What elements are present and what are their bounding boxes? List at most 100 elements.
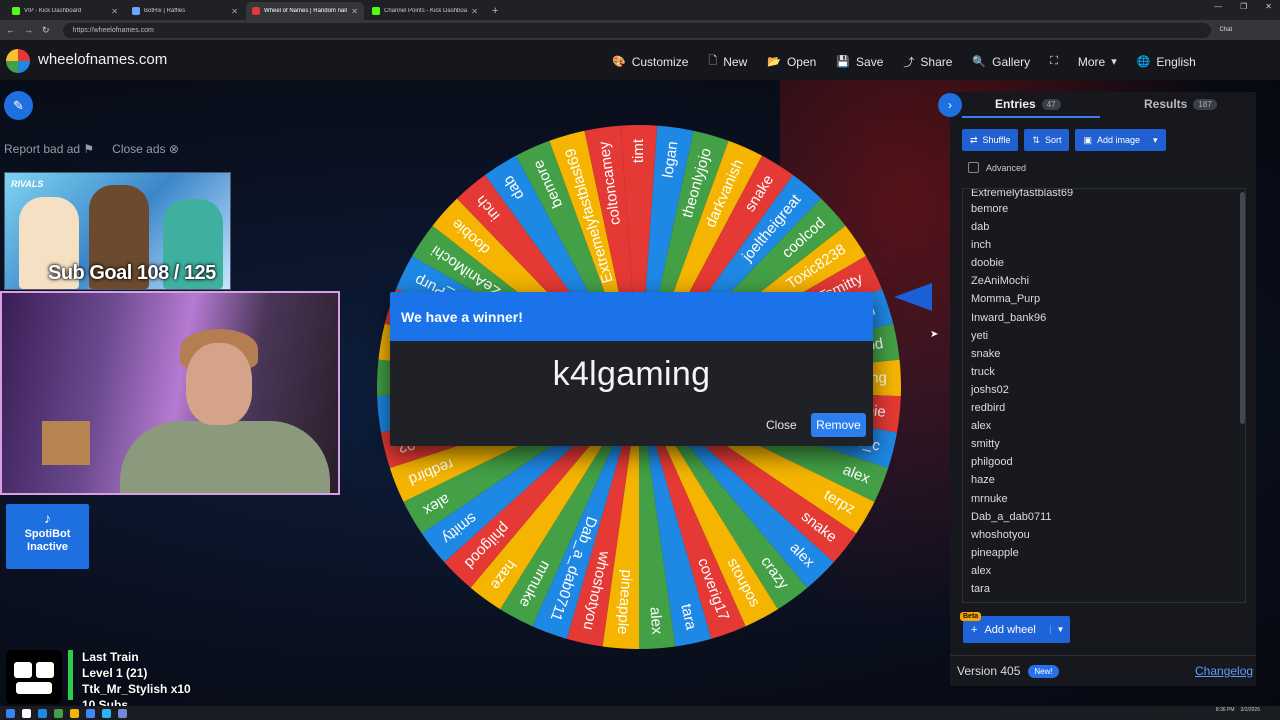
entry-item[interactable]: tara — [971, 580, 1245, 598]
entry-item[interactable]: ZeAniMochi — [971, 272, 1245, 290]
entry-item[interactable]: joshs02 — [971, 381, 1245, 399]
entry-item[interactable]: dab — [971, 218, 1245, 236]
minimize-icon[interactable]: — — [1214, 2, 1222, 11]
close-button[interactable]: Close — [766, 418, 797, 432]
entry-item[interactable]: Inward_bank96 — [971, 309, 1245, 327]
menu-label: Share — [920, 54, 953, 69]
train-window — [36, 662, 54, 678]
browser-tab-active[interactable]: Wheel of Names | Random name ... ✕ — [246, 2, 364, 20]
new-tab-button[interactable]: + — [492, 2, 498, 20]
back-icon[interactable]: ← — [6, 25, 15, 35]
kick-favicon-icon — [12, 7, 20, 15]
chevron-down-icon[interactable]: ▼ — [1050, 625, 1070, 634]
entry-item[interactable]: inch — [971, 236, 1245, 254]
maximize-icon[interactable]: ❐ — [1240, 2, 1247, 11]
entry-item[interactable]: philgood — [971, 453, 1245, 471]
forward-icon[interactable]: → — [24, 25, 33, 35]
sort-button[interactable]: ⇅ Sort — [1024, 129, 1070, 151]
changelog-link[interactable]: Changelog — [1195, 664, 1253, 678]
menu-open[interactable]: 📂 Open — [767, 52, 816, 71]
entry-item[interactable]: snake — [971, 345, 1245, 363]
entry-item[interactable]: whoshotyou — [971, 526, 1245, 544]
mouse-cursor-icon: ➤ — [930, 329, 939, 340]
advanced-checkbox[interactable] — [968, 162, 979, 173]
tab-entries[interactable]: Entries 47 — [995, 97, 1061, 111]
menu-new[interactable]: 🗋 New — [708, 52, 747, 71]
entries-textarea[interactable]: Extremelyfastblast69 bemore dab inch doobie Z… — [962, 188, 1246, 603]
menu-language[interactable]: 🌐 English — [1137, 52, 1196, 71]
site-name[interactable]: wheelofnames.com — [38, 51, 167, 68]
browser-tab[interactable]: Channel Points - Kick Dashboard ✕ — [366, 2, 484, 20]
app-header: wheelofnames.com 🎨 Customize 🗋 New 📂 Open 💾… — [0, 40, 1280, 80]
close-ads-link[interactable]: Close ads ⊗ — [112, 142, 179, 156]
shuffle-button[interactable]: ⇄ Shuffle — [962, 129, 1019, 151]
menu-label: English — [1156, 54, 1196, 69]
collapse-panel-button[interactable]: › — [938, 93, 962, 117]
taskbar-app-icon[interactable] — [38, 708, 47, 718]
flag-icon: ⚑ — [83, 142, 95, 156]
advanced-toggle[interactable]: Advanced — [968, 162, 1026, 173]
menu-label: More — [1077, 54, 1106, 69]
browser-tab-strip: VIP - Kick Dashboard ✕ BotRix | Raffles … — [0, 0, 1280, 20]
tray-clock[interactable]: 8:36 PM — [1216, 707, 1235, 713]
menu-customize[interactable]: 🎨 Customize — [612, 52, 688, 71]
entry-item[interactable]: doobie — [971, 254, 1245, 272]
entry-item[interactable]: alex — [971, 562, 1245, 580]
menu-share[interactable]: ⤴ Share — [903, 52, 952, 71]
taskbar-app-icon[interactable] — [6, 708, 15, 718]
train-subs: 10 Subs — [82, 698, 129, 706]
tray-date[interactable]: 3/2/2026 — [1241, 707, 1260, 713]
wheel-logo-icon[interactable] — [6, 49, 30, 73]
entry-item[interactable]: yeti — [971, 327, 1245, 345]
browser-tab[interactable]: BotRix | Raffles ✕ — [126, 2, 244, 20]
train-window — [14, 662, 32, 678]
edit-wheel-button[interactable]: ✎ — [4, 91, 33, 120]
close-tab-icon[interactable]: ✕ — [111, 7, 118, 16]
entries-scrollbar[interactable] — [1240, 192, 1245, 424]
add-image-button[interactable]: ▣ Add image ▾ — [1075, 129, 1166, 151]
ad-logo: RIVALS — [11, 179, 44, 189]
share-icon: ⤴ — [903, 56, 915, 69]
pencil-icon: ✎ — [13, 97, 24, 113]
divider — [950, 655, 1256, 656]
entry-item[interactable]: redbird — [971, 399, 1245, 417]
entry-item[interactable]: Momma_Purp — [971, 290, 1245, 308]
taskbar-app-icon[interactable] — [54, 708, 63, 718]
url-field[interactable]: https://wheelofnames.com — [62, 22, 1211, 38]
menu-save[interactable]: 💾 Save — [836, 52, 883, 71]
taskbar-app-icon[interactable] — [70, 708, 79, 718]
webcam-feed — [0, 291, 340, 495]
report-bad-ad-link[interactable]: Report bad ad ⚑ — [4, 142, 94, 156]
chat-button[interactable]: Chat — [1220, 27, 1233, 33]
entry-item[interactable]: truck — [971, 363, 1245, 381]
taskbar-app-icon[interactable] — [22, 708, 31, 718]
close-window-icon[interactable]: ✕ — [1265, 2, 1272, 11]
image-icon: ▣ — [1083, 134, 1092, 145]
taskbar-app-icon[interactable] — [102, 708, 111, 718]
taskbar-app-icon[interactable] — [86, 708, 95, 718]
taskbar-app-icon[interactable] — [118, 708, 127, 718]
menu-fullscreen[interactable]: ⛶ — [1050, 52, 1058, 71]
entry-item[interactable]: smitty — [971, 435, 1245, 453]
webcam-person-body — [120, 421, 330, 493]
entry-item[interactable]: Extremelyfastblast69 — [971, 189, 1245, 200]
music-note-icon: ♪ — [44, 510, 51, 526]
entries-toolbar: ⇄ Shuffle ⇅ Sort ▣ Add image ▾ — [962, 129, 1166, 151]
menu-gallery[interactable]: 🔍 Gallery — [972, 52, 1030, 71]
entry-item[interactable]: pineapple — [971, 544, 1245, 562]
entry-item[interactable]: bemore — [971, 200, 1245, 218]
browser-tab[interactable]: VIP - Kick Dashboard ✕ — [6, 2, 124, 20]
remove-button[interactable]: Remove — [811, 413, 866, 437]
menu-more[interactable]: More ▾ — [1078, 52, 1117, 71]
os-taskbar: 8:36 PM 3/2/2026 — [0, 706, 1280, 720]
entry-item[interactable]: mrnuke — [971, 490, 1245, 508]
tab-results[interactable]: Results 187 — [1144, 97, 1217, 111]
entry-item[interactable]: alex — [971, 417, 1245, 435]
reload-icon[interactable]: ↻ — [42, 25, 50, 36]
close-tab-icon[interactable]: ✕ — [471, 7, 478, 16]
close-tab-icon[interactable]: ✕ — [351, 7, 358, 16]
entry-item[interactable]: Dab_a_dab0711 — [971, 508, 1245, 526]
close-tab-icon[interactable]: ✕ — [231, 7, 238, 16]
wheel-favicon-icon — [252, 7, 260, 15]
entry-item[interactable]: haze — [971, 471, 1245, 489]
